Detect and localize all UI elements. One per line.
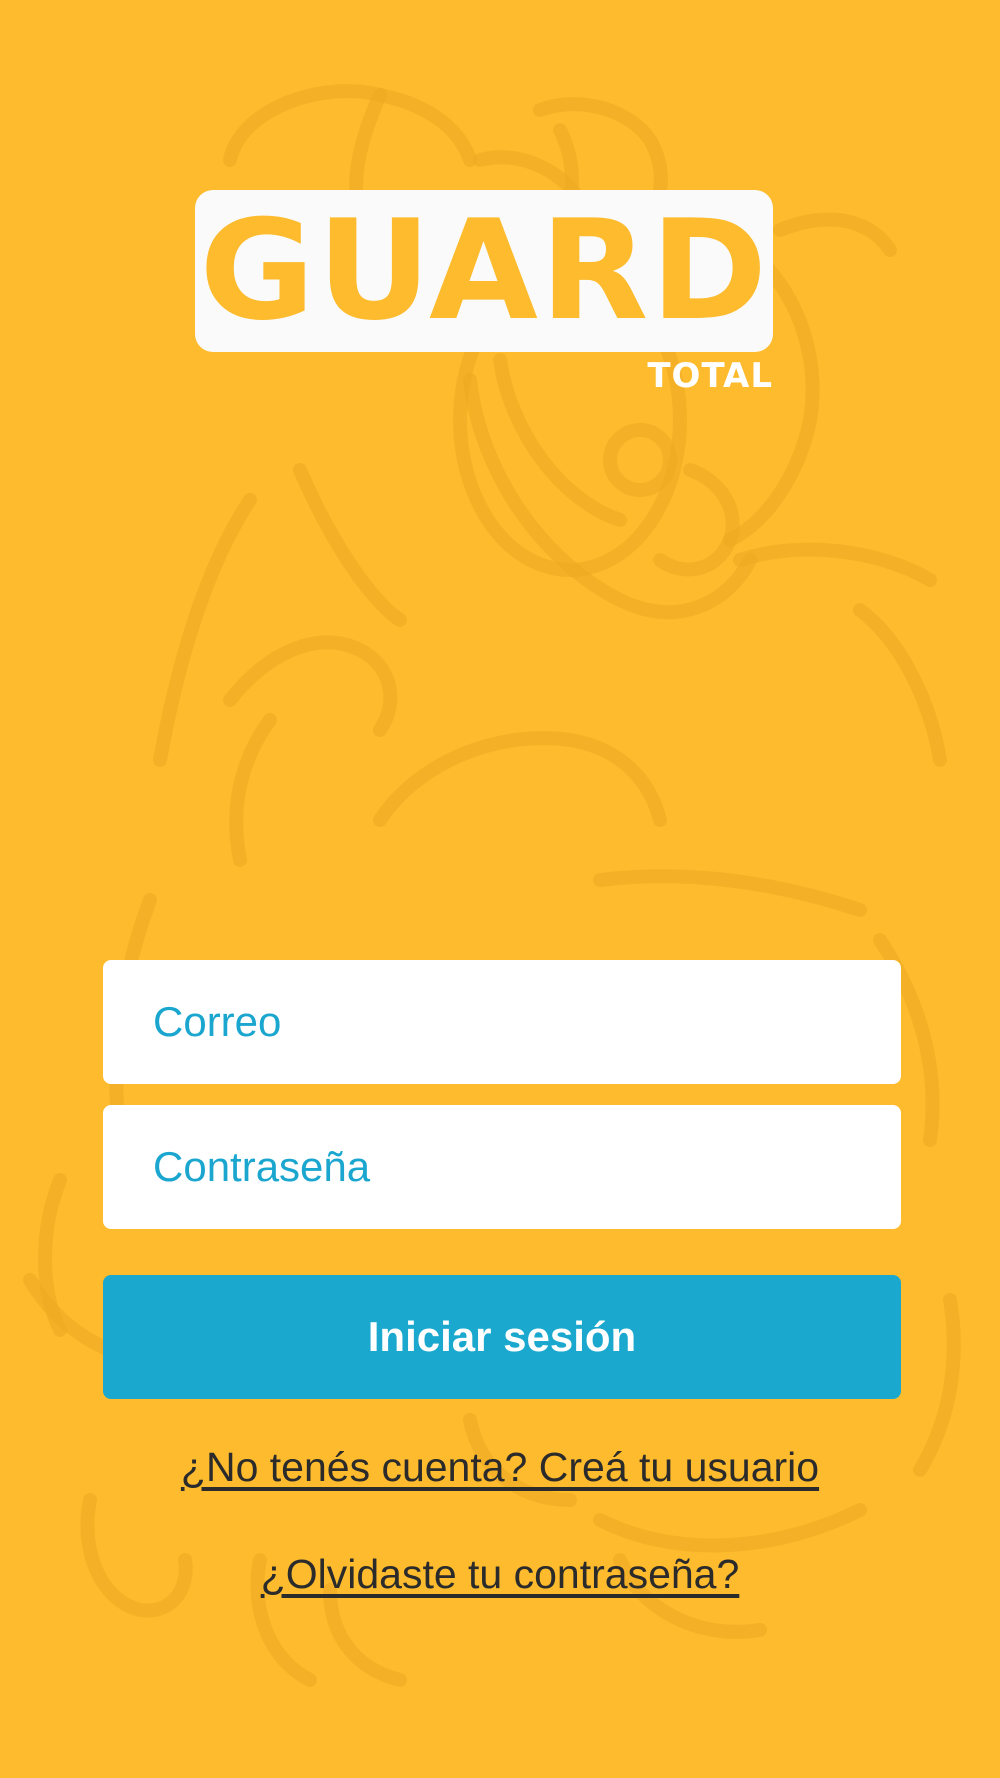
logo-sub-text: TOTAL (647, 356, 773, 396)
register-link[interactable]: ¿No tenés cuenta? Creá tu usuario (0, 1444, 1000, 1491)
password-field[interactable] (103, 1105, 901, 1229)
guard-logo: GUARD (195, 190, 773, 352)
forgot-password-link[interactable]: ¿Olvidaste tu contraseña? (0, 1551, 1000, 1598)
email-input[interactable] (153, 998, 901, 1046)
login-button[interactable]: Iniciar sesión (103, 1275, 901, 1399)
logo-main-text: GUARD (199, 190, 769, 351)
password-input[interactable] (153, 1143, 901, 1191)
email-field[interactable] (103, 960, 901, 1084)
